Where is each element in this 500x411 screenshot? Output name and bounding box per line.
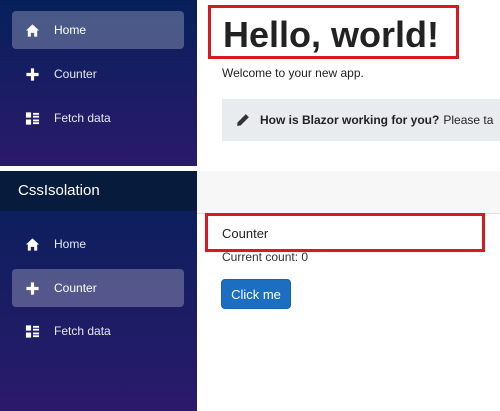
top-screenshot-panel: Home Counter Fetch data Hello, world! We… [0, 0, 500, 166]
sidebar-item-home[interactable]: Home [12, 225, 184, 263]
home-icon [24, 236, 40, 252]
highlight-box [208, 5, 459, 59]
highlight-box [205, 213, 485, 252]
main-content: Counter Current count: 0 Click me [197, 171, 500, 411]
sidebar-item-home[interactable]: Home [12, 11, 184, 49]
main-content: Hello, world! Welcome to your new app. H… [197, 0, 500, 166]
survey-prompt[interactable]: How is Blazor working for you? Please ta [222, 99, 500, 141]
sidebar-item-label: Counter [54, 281, 97, 295]
survey-question: How is Blazor working for you? [260, 113, 440, 127]
sidebar-item-label: Home [54, 237, 87, 251]
sidebar-item-counter[interactable]: Counter [12, 55, 184, 93]
home-icon [24, 22, 40, 38]
plus-icon [24, 280, 40, 296]
sidebar-item-label: Counter [54, 67, 97, 81]
sidebar-item-label: Fetch data [54, 111, 111, 125]
sidebar: Home Counter Fetch data [0, 0, 197, 166]
app-title[interactable]: CssIsolation [0, 171, 197, 211]
sidebar: CssIsolation Home Counter Fetch data [0, 171, 197, 411]
sidebar-item-fetch-data[interactable]: Fetch data [12, 312, 184, 350]
sidebar-item-counter[interactable]: Counter [12, 269, 184, 307]
bottom-screenshot-panel: CssIsolation Home Counter Fetch data Cou… [0, 171, 500, 411]
list-icon [24, 110, 40, 126]
current-count: Current count: 0 [222, 250, 309, 264]
click-me-button[interactable]: Click me [221, 279, 291, 309]
welcome-text: Welcome to your new app. [222, 66, 364, 80]
sidebar-item-label: Fetch data [54, 324, 111, 338]
sidebar-item-label: Home [54, 23, 87, 37]
survey-link-text[interactable]: Please ta [443, 113, 493, 127]
sidebar-item-fetch-data[interactable]: Fetch data [12, 99, 184, 137]
top-row [197, 171, 500, 214]
list-icon [24, 323, 40, 339]
plus-icon [24, 66, 40, 82]
pencil-icon [236, 113, 250, 127]
